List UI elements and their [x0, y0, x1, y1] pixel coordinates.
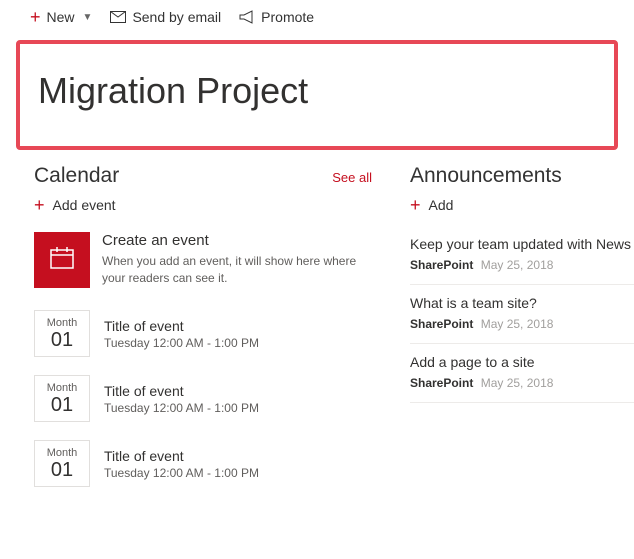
add-event-label: Add event [53, 197, 116, 213]
command-bar: + New ▼ Send by email Promote [0, 0, 634, 32]
plus-icon: + [34, 196, 45, 214]
new-label: New [47, 9, 75, 25]
announcement-date: May 25, 2018 [481, 317, 554, 331]
event-month: Month [35, 382, 89, 394]
event-title: Title of event [104, 318, 259, 334]
event-text: Title of event Tuesday 12:00 AM - 1:00 P… [104, 448, 259, 480]
new-button[interactable]: + New ▼ [30, 8, 92, 26]
event-time: Tuesday 12:00 AM - 1:00 PM [104, 401, 259, 415]
announcement-source: SharePoint [410, 258, 473, 272]
event-item[interactable]: Month 01 Title of event Tuesday 12:00 AM… [34, 365, 380, 430]
calendar-promo-tile [34, 232, 90, 288]
calendar-heading: Calendar [34, 164, 119, 188]
chevron-down-icon: ▼ [83, 12, 93, 23]
add-event-button[interactable]: + Add event [34, 196, 116, 214]
event-day: 01 [35, 394, 89, 417]
event-title: Title of event [104, 383, 259, 399]
send-email-button[interactable]: Send by email [110, 9, 221, 25]
announcement-item[interactable]: What is a team site? SharePoint May 25, … [410, 285, 634, 344]
calendar-promo: Create an event When you add an event, i… [34, 232, 380, 288]
event-date-box: Month 01 [34, 310, 90, 357]
event-item[interactable]: Month 01 Title of event Tuesday 12:00 AM… [34, 300, 380, 365]
promo-title: Create an event [102, 232, 362, 249]
announcement-date: May 25, 2018 [481, 376, 554, 390]
event-date-box: Month 01 [34, 375, 90, 422]
event-title: Title of event [104, 448, 259, 464]
announcement-meta: SharePoint May 25, 2018 [410, 317, 634, 331]
calendar-promo-text: Create an event When you add an event, i… [102, 232, 362, 288]
promote-button[interactable]: Promote [239, 9, 314, 25]
event-text: Title of event Tuesday 12:00 AM - 1:00 P… [104, 383, 259, 415]
event-time: Tuesday 12:00 AM - 1:00 PM [104, 466, 259, 480]
event-month: Month [35, 447, 89, 459]
announcement-date: May 25, 2018 [481, 258, 554, 272]
add-announcement-button[interactable]: + Add [410, 196, 453, 214]
announcement-source: SharePoint [410, 317, 473, 331]
announcement-title: Keep your team updated with News [410, 236, 634, 252]
announcement-source: SharePoint [410, 376, 473, 390]
content-columns: Calendar See all + Add event Create an e… [0, 164, 634, 495]
event-month: Month [35, 317, 89, 329]
page-title-box: Migration Project [16, 40, 618, 150]
event-item[interactable]: Month 01 Title of event Tuesday 12:00 AM… [34, 430, 380, 495]
announcement-item[interactable]: Add a page to a site SharePoint May 25, … [410, 344, 634, 403]
event-time: Tuesday 12:00 AM - 1:00 PM [104, 336, 259, 350]
see-all-link[interactable]: See all [332, 170, 372, 185]
event-text: Title of event Tuesday 12:00 AM - 1:00 P… [104, 318, 259, 350]
send-label: Send by email [132, 9, 221, 25]
announcement-meta: SharePoint May 25, 2018 [410, 376, 634, 390]
calendar-header: Calendar See all [34, 164, 380, 188]
announcement-title: What is a team site? [410, 295, 634, 311]
add-announcement-label: Add [429, 197, 454, 213]
event-date-box: Month 01 [34, 440, 90, 487]
plus-icon: + [30, 8, 41, 26]
announcements-header: Announcements [410, 164, 634, 188]
announcements-heading: Announcements [410, 164, 562, 188]
announcements-section: Announcements + Add Keep your team updat… [410, 164, 634, 495]
event-day: 01 [35, 459, 89, 482]
promote-label: Promote [261, 9, 314, 25]
promo-desc: When you add an event, it will show here… [102, 253, 362, 287]
calendar-icon [48, 244, 76, 277]
announcements-list: Keep your team updated with News SharePo… [410, 232, 634, 403]
announcement-meta: SharePoint May 25, 2018 [410, 258, 634, 272]
page-title: Migration Project [38, 70, 604, 112]
calendar-section: Calendar See all + Add event Create an e… [34, 164, 380, 495]
plus-icon: + [410, 196, 421, 214]
announcement-item[interactable]: Keep your team updated with News SharePo… [410, 232, 634, 285]
event-day: 01 [35, 329, 89, 352]
mail-icon [110, 11, 126, 23]
announcement-title: Add a page to a site [410, 354, 634, 370]
megaphone-icon [239, 10, 255, 24]
